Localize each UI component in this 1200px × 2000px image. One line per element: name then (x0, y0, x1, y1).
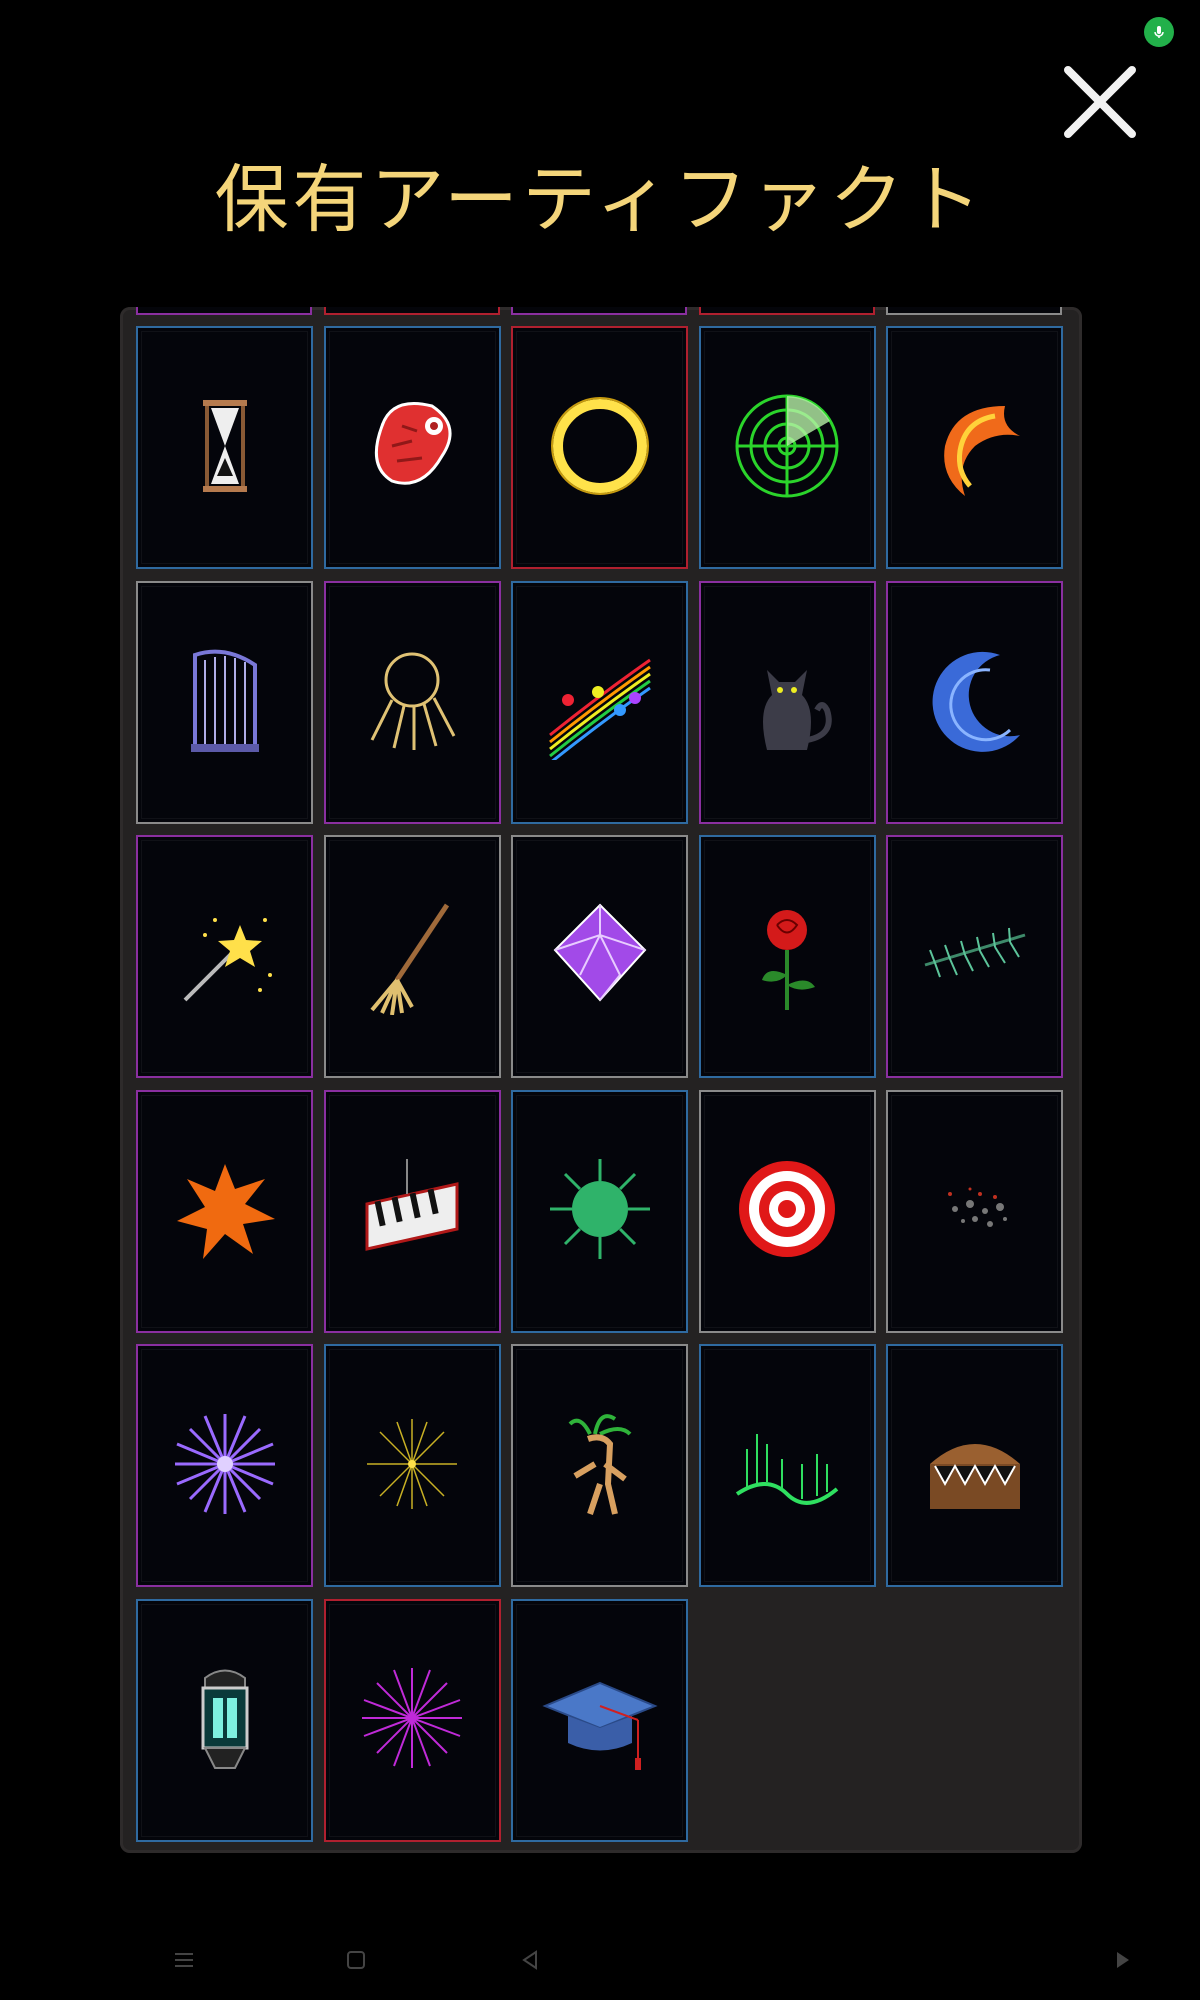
graduation-cap-icon (540, 1658, 660, 1782)
music-notes-icon (540, 640, 660, 765)
artifact-card[interactable] (136, 1598, 313, 1842)
green-virus-icon (540, 1149, 660, 1273)
magic-wand-icon (165, 895, 285, 1019)
artifact-card[interactable] (136, 1344, 313, 1587)
artifact-card[interactable] (886, 326, 1063, 569)
artifact-card[interactable] (511, 1089, 688, 1333)
artifact-card[interactable] (323, 580, 501, 824)
home-icon[interactable] (336, 1940, 376, 1980)
artifact-grid (136, 326, 1063, 1842)
key-ring-icon (352, 640, 472, 764)
violet-burst-icon (165, 1404, 285, 1528)
piano-keys-icon (352, 1149, 472, 1273)
partial-card-edge (511, 307, 687, 315)
partial-card-edge (886, 307, 1062, 315)
broom-icon (352, 895, 472, 1019)
mimic-chest-icon (915, 1404, 1035, 1528)
artifact-card[interactable] (698, 835, 876, 1078)
artifact-card[interactable] (323, 835, 501, 1078)
menu-icon[interactable] (164, 1940, 204, 1980)
artifact-card[interactable] (511, 835, 688, 1078)
artifact-card[interactable] (511, 326, 688, 569)
cedar-branch-icon (915, 895, 1035, 1019)
artifact-card[interactable] (886, 1089, 1063, 1333)
artifact-card[interactable] (886, 1344, 1063, 1587)
partial-card-edge (323, 307, 500, 315)
magenta-burst-icon (352, 1658, 472, 1782)
close-button[interactable] (1062, 64, 1138, 140)
artifact-card[interactable] (136, 1089, 313, 1333)
aurora-icon (727, 1404, 847, 1528)
purple-crystal-icon (540, 895, 660, 1019)
artifact-card[interactable] (698, 1344, 876, 1587)
artifact-card[interactable] (698, 326, 876, 569)
previous-row-edge (120, 307, 1082, 315)
ash-dust-icon (915, 1149, 1035, 1273)
page-title: 保有アーティファクト (214, 157, 986, 243)
bullseye-target-icon (727, 1149, 847, 1273)
system-nav-bar (0, 1940, 1200, 1980)
fire-serpent-icon (915, 386, 1035, 510)
yellow-sparkle-icon (352, 1404, 472, 1528)
artifact-card[interactable] (698, 1089, 876, 1333)
black-cat-icon (727, 640, 847, 764)
artifact-card[interactable] (886, 835, 1063, 1078)
artifact-card[interactable] (136, 326, 313, 569)
hourglass-icon (165, 386, 285, 510)
artifact-card[interactable] (323, 1344, 501, 1587)
play-icon[interactable] (1102, 1940, 1142, 1980)
harp-icon (165, 640, 285, 764)
back-icon[interactable] (510, 1940, 550, 1980)
artifact-card[interactable] (323, 1089, 501, 1333)
artifact-card[interactable] (323, 326, 501, 569)
artifact-card[interactable] (323, 1598, 501, 1842)
partial-card-edge (136, 307, 312, 315)
artifact-card[interactable] (136, 580, 313, 824)
red-rose-icon (727, 895, 847, 1019)
golden-ring-icon (540, 386, 660, 510)
artifact-card[interactable] (511, 580, 688, 824)
artifact-card[interactable] (698, 580, 876, 824)
artifact-card[interactable] (511, 1598, 688, 1842)
close-icon (1064, 66, 1136, 138)
orange-splatter-icon (165, 1149, 285, 1273)
artifact-panel (120, 307, 1082, 1853)
lantern-icon (165, 1658, 285, 1782)
artifact-card[interactable] (886, 580, 1063, 824)
mandrake-root-icon (540, 1404, 660, 1528)
crescent-moon-icon (915, 640, 1035, 764)
mic-indicator-icon (1144, 17, 1174, 47)
partial-card-edge (698, 307, 875, 315)
artifact-card[interactable] (511, 1344, 688, 1587)
radar-icon (727, 386, 847, 510)
artifact-card[interactable] (136, 835, 313, 1078)
raw-meat-icon (352, 386, 472, 510)
